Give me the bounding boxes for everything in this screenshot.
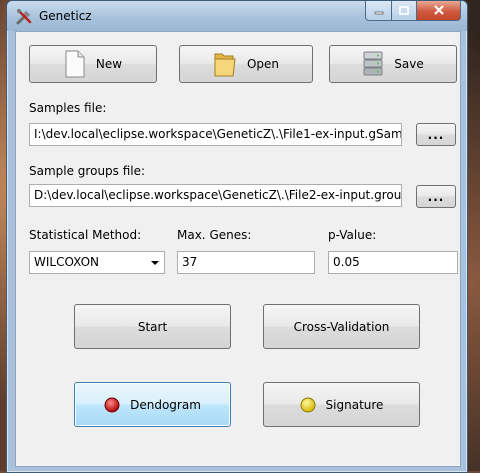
sample-groups-file-field[interactable]: D:\dev.local\eclipse.workspace\GeneticZ\… (29, 184, 402, 207)
samples-file-label: Samples file: (29, 101, 107, 115)
window-title: Geneticz (39, 9, 92, 23)
groups-browse-label: ... (427, 189, 445, 204)
signature-button[interactable]: Signature (263, 382, 420, 427)
start-button-label: Start (137, 319, 168, 334)
groups-browse-button[interactable]: ... (416, 185, 456, 208)
p-value-field[interactable]: 0.05 (328, 251, 458, 274)
main-panel: New Open Save Samples file: I:\dev.local… (15, 31, 461, 467)
start-button[interactable]: Start (74, 304, 231, 349)
open-button[interactable]: Open (179, 45, 313, 83)
samples-browse-button[interactable]: ... (416, 123, 456, 146)
cross-validation-button[interactable]: Cross-Validation (263, 304, 420, 349)
statistical-method-label: Statistical Method: (29, 228, 142, 242)
red-status-dot-icon (104, 397, 120, 413)
chevron-down-icon (151, 261, 159, 265)
statistical-method-select[interactable]: WILCOXON (29, 251, 165, 274)
open-button-label: Open (246, 57, 280, 71)
new-button-label: New (95, 57, 123, 71)
max-genes-field[interactable]: 37 (177, 251, 315, 274)
max-genes-label: Max. Genes: (177, 228, 252, 242)
new-file-icon (64, 50, 86, 78)
title-bar[interactable]: Geneticz (7, 1, 467, 31)
close-button[interactable] (417, 1, 461, 21)
dendogram-button[interactable]: Dendogram (74, 382, 231, 427)
p-value-label: p-Value: (328, 228, 377, 242)
window-controls (365, 1, 461, 21)
statistical-method-value: WILCOXON (34, 255, 100, 269)
yellow-status-dot-icon (300, 397, 316, 413)
dendogram-button-label: Dendogram (130, 397, 201, 412)
sample-groups-file-label: Sample groups file: (29, 164, 146, 178)
folder-icon (213, 50, 237, 78)
save-button-label: Save (394, 57, 424, 71)
minimize-button[interactable] (365, 1, 392, 21)
tools-icon (15, 8, 33, 26)
samples-browse-label: ... (427, 127, 445, 142)
save-button[interactable]: Save (329, 45, 457, 83)
database-icon (362, 50, 384, 78)
signature-button-label: Signature (325, 397, 384, 412)
app-window: Geneticz New Open Save Samples file: I:\… (6, 0, 468, 473)
new-button[interactable]: New (29, 45, 157, 83)
maximize-icon (399, 4, 409, 18)
minimize-icon (374, 4, 384, 18)
close-icon (433, 4, 445, 18)
cross-validation-button-label: Cross-Validation (293, 319, 390, 334)
samples-file-field[interactable]: I:\dev.local\eclipse.workspace\GeneticZ\… (29, 123, 402, 146)
maximize-button[interactable] (392, 1, 417, 21)
